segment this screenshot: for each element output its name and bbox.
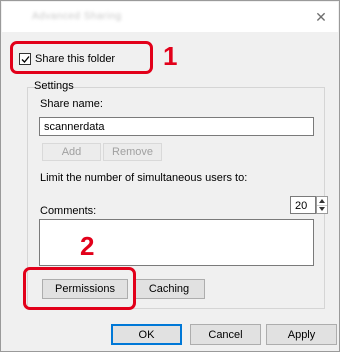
dialog-title: Advanced Sharing bbox=[32, 11, 122, 22]
ok-button[interactable]: OK bbox=[111, 324, 182, 345]
callout-box-2 bbox=[23, 267, 136, 310]
spin-down-icon[interactable] bbox=[317, 205, 327, 213]
callout-number-1: 1 bbox=[163, 41, 178, 71]
caching-button[interactable]: Caching bbox=[133, 279, 205, 299]
apply-button[interactable]: Apply bbox=[266, 324, 337, 345]
title-bar: Advanced Sharing ✕ bbox=[2, 2, 338, 32]
callout-number-2: 2 bbox=[80, 231, 95, 261]
add-button[interactable]: Add bbox=[42, 143, 101, 161]
settings-group-label: Settings bbox=[34, 80, 74, 92]
comments-label: Comments: bbox=[40, 205, 97, 217]
close-icon[interactable]: ✕ bbox=[312, 8, 330, 26]
user-limit-value: 20 bbox=[295, 200, 308, 212]
share-name-label: Share name: bbox=[40, 98, 103, 110]
share-name-input[interactable]: scannerdata bbox=[39, 117, 314, 136]
share-name-value: scannerdata bbox=[44, 121, 105, 133]
user-limit-input[interactable]: 20 bbox=[290, 196, 316, 214]
user-limit-spinner[interactable] bbox=[316, 196, 328, 214]
callout-box-1 bbox=[10, 41, 153, 74]
remove-button[interactable]: Remove bbox=[103, 143, 162, 161]
limit-users-label: Limit the number of simultaneous users t… bbox=[40, 172, 248, 184]
cancel-button[interactable]: Cancel bbox=[190, 324, 261, 345]
